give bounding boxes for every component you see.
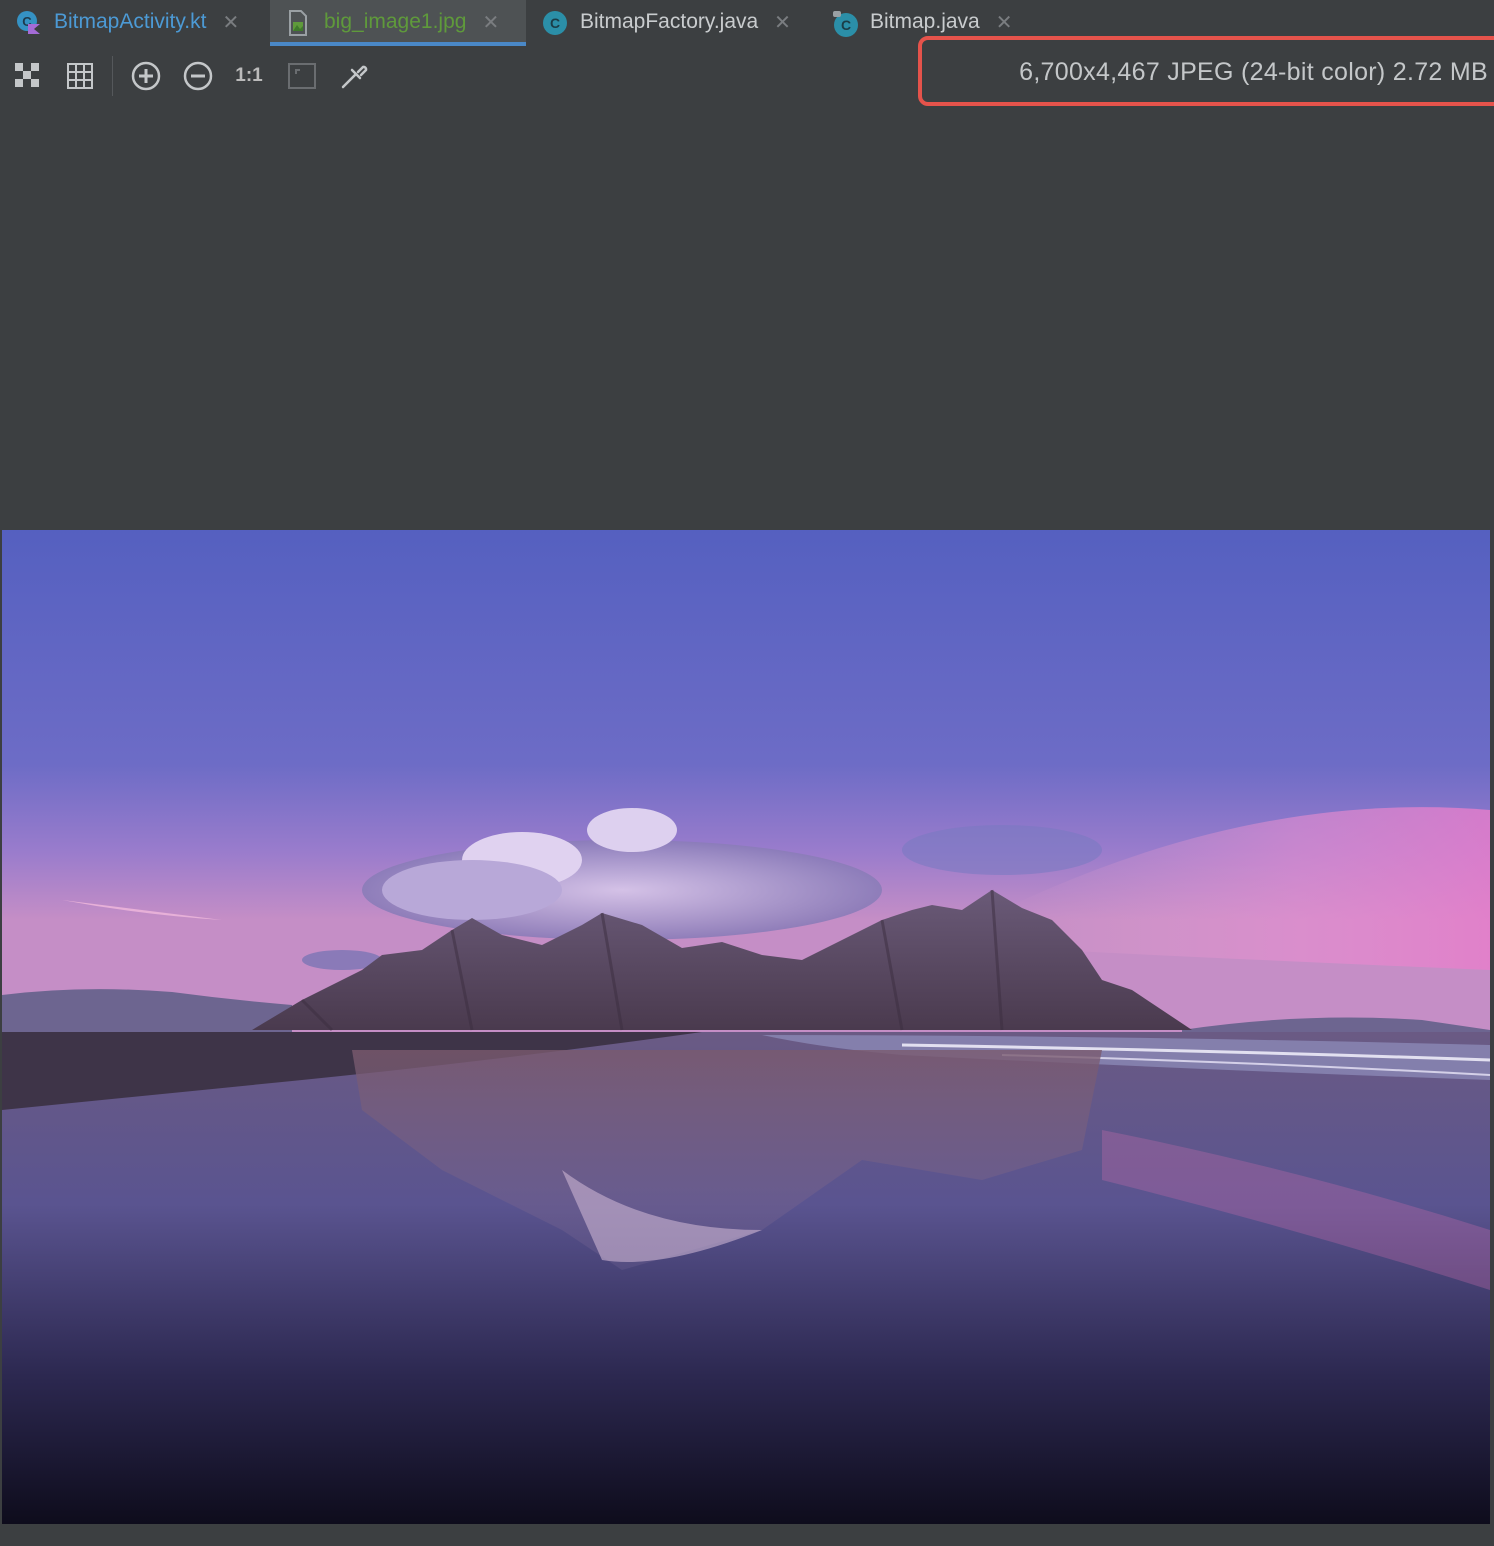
close-icon[interactable]: ✕	[482, 10, 499, 35]
tab-big-image1-jpg[interactable]: big_image1.jpg ✕	[270, 0, 526, 46]
actual-size-icon[interactable]: 1:1	[231, 58, 267, 94]
image-preview[interactable]	[2, 530, 1490, 1524]
fit-zoom-icon[interactable]	[284, 58, 320, 94]
tab-label: Bitmap.java	[870, 10, 980, 33]
tab-label: BitmapActivity.kt	[54, 10, 207, 33]
image-info-label: 6,700x4,467 JPEG (24-bit color) 2.72 MB	[1019, 58, 1488, 86]
tab-bitmapfactory-java[interactable]: C BitmapFactory.java ✕	[526, 0, 816, 44]
tab-label: BitmapFactory.java	[580, 10, 759, 33]
grid-icon[interactable]	[62, 58, 98, 94]
close-icon[interactable]: ✕	[222, 10, 239, 35]
tab-bitmapactivity-kt[interactable]: C BitmapActivity.kt ✕	[0, 0, 270, 44]
tab-label: big_image1.jpg	[324, 10, 467, 33]
kotlin-class-icon: C	[16, 10, 40, 34]
actual-size-label: 1:1	[235, 65, 263, 86]
zoom-in-icon[interactable]	[128, 58, 164, 94]
chessboard-icon[interactable]	[10, 58, 46, 94]
java-class-icon: C	[832, 10, 858, 37]
close-icon[interactable]: ✕	[774, 10, 791, 35]
zoom-out-icon[interactable]	[180, 58, 216, 94]
close-icon[interactable]: ✕	[996, 10, 1013, 35]
svg-text:C: C	[841, 17, 851, 33]
color-picker-icon[interactable]	[336, 58, 372, 94]
viewer-bottom-edge	[0, 1524, 1494, 1546]
java-class-icon: C	[542, 10, 567, 35]
image-file-icon	[286, 10, 310, 36]
landscape-photo	[2, 530, 1490, 1524]
toolbar-separator	[112, 56, 113, 96]
svg-text:C: C	[550, 15, 560, 31]
